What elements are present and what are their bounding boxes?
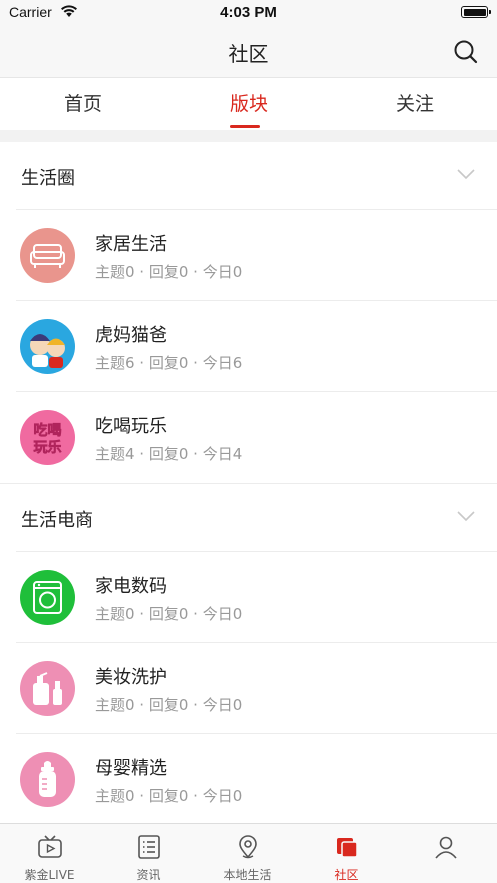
forum-name: 母婴精选 (95, 758, 167, 779)
section-header-life-ecommerce[interactable]: 生活电商 (0, 483, 497, 551)
list-item[interactable]: 母婴精选 主题0 · 回复0 · 今日0 (16, 733, 497, 823)
forum-name: 虎妈猫爸 (95, 325, 167, 346)
section-title: 生活圈 (21, 168, 75, 189)
navigation-bar: 社区 (0, 26, 497, 78)
status-time: 4:03 PM (220, 4, 277, 21)
tab-news[interactable]: 资讯 (99, 824, 198, 883)
section-header-life-circle[interactable]: 生活圈 (0, 142, 497, 210)
tab-label: 紫金LIVE (24, 868, 75, 882)
active-tab-indicator (230, 125, 260, 128)
eat-drink-play-icon: 吃喝 玩乐 (20, 410, 75, 465)
tab-zijin-live[interactable]: 紫金LIVE (0, 824, 99, 883)
chevron-down-icon[interactable] (456, 168, 476, 180)
washing-machine-icon (20, 570, 75, 625)
tab-local-life[interactable]: 本地生活 (198, 824, 297, 883)
tab-profile[interactable] (396, 824, 495, 883)
list-item[interactable]: 美妆洗护 主题0 · 回复0 · 今日0 (16, 642, 497, 733)
tab-label: 本地生活 (223, 868, 272, 882)
forum-name: 美妆洗护 (95, 667, 167, 688)
forum-stats: 主题4 · 回复0 · 今日4 (95, 445, 243, 463)
page-title: 社区 (228, 42, 269, 66)
battery-icon (461, 6, 491, 18)
sofa-icon (20, 228, 75, 283)
profile-icon (435, 836, 457, 859)
baby-bottle-icon (20, 752, 75, 807)
top-tabs: 首页 版块 关注 (0, 78, 497, 130)
forum-stats: 主题6 · 回复0 · 今日6 (95, 354, 243, 372)
forum-name: 家居生活 (95, 234, 167, 255)
list-item[interactable]: 吃喝 玩乐 吃喝玩乐 主题4 · 回复0 · 今日4 (16, 391, 497, 482)
forum-stats: 主题0 · 回复0 · 今日0 (95, 263, 243, 281)
forum-name: 家电数码 (95, 576, 167, 597)
chevron-down-icon[interactable] (456, 510, 476, 522)
tab-following[interactable]: 关注 (332, 78, 497, 130)
board-list[interactable]: 生活圈 家居生活 主题0 · 回复0 · 今日0 虎妈猫爸 主题6 · 回复0 … (0, 142, 497, 823)
icon-text-top: 吃喝 (34, 422, 62, 439)
cosmetics-icon (20, 661, 75, 716)
search-icon (454, 40, 478, 64)
tab-home[interactable]: 首页 (0, 78, 166, 130)
tab-label: 资讯 (136, 868, 161, 882)
forum-name: 吃喝玩乐 (95, 416, 167, 437)
status-bar: Carrier 4:03 PM (0, 0, 497, 26)
list-item[interactable]: 家电数码 主题0 · 回复0 · 今日0 (16, 551, 497, 642)
community-icon (337, 838, 358, 858)
section-title: 生活电商 (21, 510, 93, 531)
location-pin-icon (239, 835, 257, 859)
tab-community[interactable]: 社区 (297, 824, 396, 883)
forum-stats: 主题0 · 回复0 · 今日0 (95, 605, 243, 623)
list-item[interactable]: 家居生活 主题0 · 回复0 · 今日0 (16, 209, 497, 300)
parents-cartoon-icon (20, 319, 75, 374)
forum-stats: 主题0 · 回复0 · 今日0 (95, 787, 243, 805)
tab-label: 社区 (334, 868, 359, 882)
divider-band (0, 130, 497, 142)
tv-icon (38, 835, 62, 858)
search-button[interactable] (452, 38, 480, 66)
list-item[interactable]: 虎妈猫爸 主题6 · 回复0 · 今日6 (16, 300, 497, 391)
tab-boards[interactable]: 版块 (166, 78, 332, 130)
news-list-icon (138, 835, 160, 859)
bottom-tab-bar: 紫金LIVE 资讯 本地生活 社区 (0, 823, 497, 883)
forum-stats: 主题0 · 回复0 · 今日0 (95, 696, 243, 714)
icon-text-bottom: 玩乐 (34, 439, 62, 456)
